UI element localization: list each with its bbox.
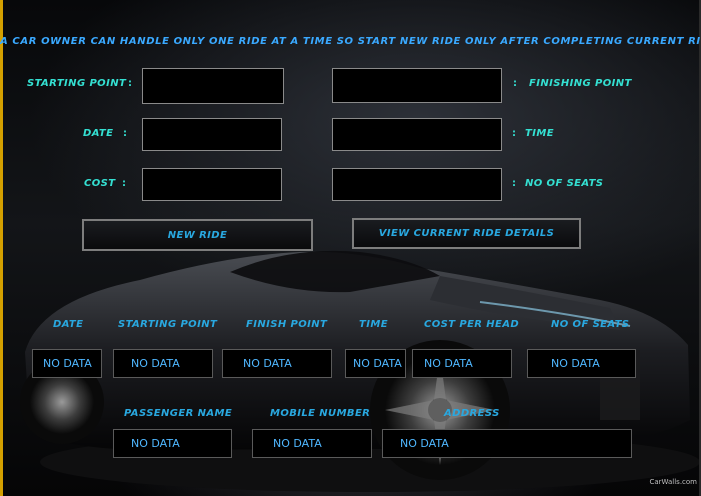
- ride-starting-point-header: STARTING POINT: [118, 319, 218, 330]
- view-current-ride-button[interactable]: VIEW CURRENT RIDE DETAILS: [352, 218, 581, 249]
- cost-colon: :: [122, 178, 126, 189]
- starting-point-colon: :: [128, 78, 132, 89]
- starting-point-input[interactable]: [143, 69, 283, 103]
- date-label: DATE: [83, 128, 114, 139]
- starting-point-field[interactable]: [142, 68, 284, 104]
- finishing-point-label: FINISHING POINT: [529, 78, 632, 89]
- finishing-point-colon: :: [513, 78, 517, 89]
- seats-input[interactable]: [333, 169, 501, 200]
- ride-finish-point-header: FINISH POINT: [246, 319, 328, 330]
- time-colon: :: [512, 128, 516, 139]
- seats-colon: :: [512, 178, 516, 189]
- ride-date-header: DATE: [53, 319, 84, 330]
- cost-field[interactable]: [142, 168, 282, 201]
- finishing-point-field[interactable]: [332, 68, 502, 103]
- ride-seats-header: NO OF SEATS: [551, 319, 630, 330]
- ride-finish-point-value: NO DATA: [222, 349, 332, 378]
- time-label: TIME: [525, 128, 554, 139]
- ride-starting-point-value: NO DATA: [113, 349, 213, 378]
- time-input[interactable]: [333, 119, 501, 150]
- image-watermark: CarWalls.com: [649, 478, 697, 486]
- date-input[interactable]: [143, 119, 281, 150]
- finishing-point-input[interactable]: [333, 69, 501, 102]
- passenger-name-value: NO DATA: [113, 429, 232, 458]
- mobile-number-header: MOBILE NUMBER: [270, 408, 371, 419]
- date-colon: :: [123, 128, 127, 139]
- date-field[interactable]: [142, 118, 282, 151]
- seats-label: NO OF SEATS: [525, 178, 604, 189]
- ride-date-value: NO DATA: [32, 349, 102, 378]
- ride-time-value: NO DATA: [345, 349, 406, 378]
- seats-field[interactable]: [332, 168, 502, 201]
- new-ride-button[interactable]: NEW RIDE: [82, 219, 313, 251]
- mobile-number-value: NO DATA: [252, 429, 372, 458]
- ride-time-header: TIME: [359, 319, 388, 330]
- ride-cost-per-head-header: COST PER HEAD: [424, 319, 520, 330]
- passenger-name-header: PASSENGER NAME: [124, 408, 233, 419]
- ride-notice-heading: A CAR OWNER CAN HANDLE ONLY ONE RIDE AT …: [0, 36, 701, 47]
- address-value: NO DATA: [382, 429, 632, 458]
- ride-seats-value: NO DATA: [527, 349, 636, 378]
- cost-input[interactable]: [143, 169, 281, 200]
- cost-label: COST: [84, 178, 116, 189]
- starting-point-label: STARTING POINT: [27, 78, 127, 89]
- ride-cost-per-head-value: NO DATA: [412, 349, 512, 378]
- address-header: ADDRESS: [444, 408, 500, 419]
- window-left-edge: [0, 0, 3, 496]
- time-field[interactable]: [332, 118, 502, 151]
- ride-manager-window: A CAR OWNER CAN HANDLE ONLY ONE RIDE AT …: [0, 0, 701, 496]
